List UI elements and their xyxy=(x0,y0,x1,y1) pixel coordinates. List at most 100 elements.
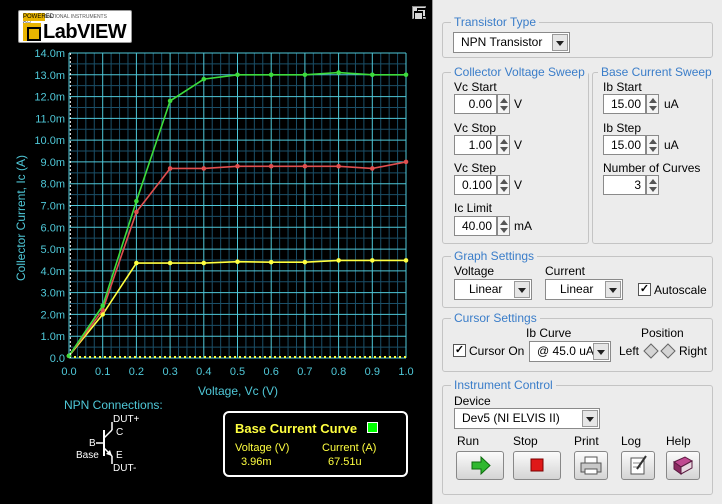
print-button[interactable] xyxy=(574,451,608,480)
bcc-current-label: Current (A) xyxy=(322,442,377,454)
restore-window-icon[interactable] xyxy=(412,6,426,20)
y-tick-label: 9.0m xyxy=(41,157,65,169)
npn-dut-minus: DUT- xyxy=(113,463,136,474)
y-tick-label: 0.0 xyxy=(50,353,65,365)
current-scale-select[interactable]: Linear xyxy=(545,279,623,300)
cursor-on-checkbox[interactable]: ✓ xyxy=(453,344,466,357)
ib-step-label: Ib Step xyxy=(603,121,642,135)
log-label: Log xyxy=(621,434,642,448)
voltage-scale-select[interactable]: Linear xyxy=(454,279,532,300)
data-point xyxy=(403,258,409,263)
data-point xyxy=(302,163,308,169)
y-axis-label: Collector Current, Ic (A) xyxy=(14,155,28,281)
data-point xyxy=(235,163,240,169)
y-tick-label: 1.0m xyxy=(41,331,65,343)
ni-logo-mark: POWERED BY xyxy=(23,13,55,28)
ic-limit-spinner[interactable] xyxy=(497,216,510,236)
ib-start-unit: uA xyxy=(664,97,679,111)
current-scale-value: Linear xyxy=(560,282,594,296)
ib-step-spinner[interactable] xyxy=(646,135,659,155)
vc-step-spinner[interactable] xyxy=(497,175,510,195)
x-tick-label: 0.2 xyxy=(129,366,144,378)
cursor-left-label: Left xyxy=(619,344,640,358)
vc-step-input[interactable]: 0.100 xyxy=(454,175,497,195)
chevron-down-icon[interactable] xyxy=(605,281,621,298)
ib-step-input[interactable]: 15.00 xyxy=(603,135,646,155)
ib-step-unit: uA xyxy=(664,138,679,152)
base-current-curve-readout: Base Current Curve Voltage (V) Current (… xyxy=(223,411,408,477)
vc-stop-unit: V xyxy=(514,138,523,152)
data-point xyxy=(201,166,207,171)
curves-spinner[interactable] xyxy=(646,175,659,195)
data-point xyxy=(235,259,240,265)
vc-step-label: Vc Step xyxy=(454,161,497,175)
data-point xyxy=(100,303,105,309)
ic-limit-unit: mA xyxy=(514,219,532,233)
x-tick-label: 0.7 xyxy=(297,366,312,378)
x-tick-label: 0.3 xyxy=(162,366,177,378)
controls-panel: Transistor Type NPN Transistor Collector… xyxy=(432,0,722,504)
chevron-down-icon[interactable] xyxy=(582,410,598,427)
graph-panel: POWERED BY NATIONAL INSTRUMENTS LabVIEW … xyxy=(0,0,432,504)
npn-connections-title: NPN Connections: xyxy=(64,398,163,412)
labview-badge-icon xyxy=(23,23,41,41)
x-tick-label: 0.9 xyxy=(365,366,380,378)
curves-input[interactable]: 3 xyxy=(603,175,646,195)
y-tick-label: 12.0m xyxy=(34,92,65,104)
autoscale-checkbox[interactable]: ✓ xyxy=(638,283,651,296)
data-point xyxy=(167,166,173,171)
cursor-settings-title: Cursor Settings xyxy=(451,311,540,325)
device-select[interactable]: Dev5 (NI ELVIS II) xyxy=(454,408,600,429)
chevron-down-icon[interactable] xyxy=(514,281,530,298)
ib-curve-label: Ib Curve xyxy=(526,326,572,340)
help-button[interactable] xyxy=(666,451,700,480)
run-button[interactable] xyxy=(456,451,504,480)
ni-logo-text: NATIONAL INSTRUMENTS xyxy=(45,14,107,20)
voltage-scale-value: Linear xyxy=(469,282,503,296)
npn-transistor-icon: DUT+ C B Base E DUT- xyxy=(76,414,140,474)
curves-label: Number of Curves xyxy=(603,161,701,175)
npn-e-label: E xyxy=(116,450,123,461)
npn-dut-plus: DUT+ xyxy=(113,414,140,425)
y-tick-label: 3.0m xyxy=(41,288,65,300)
transistor-type-title: Transistor Type xyxy=(451,15,540,29)
run-arrow-icon xyxy=(471,455,491,476)
bcc-voltage-value: 3.96m xyxy=(241,456,272,468)
y-tick-label: 14.0m xyxy=(34,48,65,60)
x-tick-label: 1.0 xyxy=(398,366,413,378)
vc-start-spinner[interactable] xyxy=(497,94,510,114)
voltage-scale-label: Voltage xyxy=(454,264,495,278)
npn-base-label: Base xyxy=(76,450,99,461)
transistor-type-select[interactable]: NPN Transistor xyxy=(453,32,570,53)
data-point xyxy=(268,163,274,169)
cursor-right-label: Right xyxy=(679,344,708,358)
vc-stop-spinner[interactable] xyxy=(497,135,510,155)
x-tick-label: 0.8 xyxy=(331,366,346,378)
data-point xyxy=(370,258,375,263)
ic-limit-input[interactable]: 40.00 xyxy=(454,216,497,236)
y-tick-label: 7.0m xyxy=(41,201,65,213)
data-point xyxy=(336,258,341,263)
device-label: Device xyxy=(454,394,491,408)
log-button[interactable] xyxy=(621,451,655,480)
data-point xyxy=(201,260,207,266)
data-point xyxy=(268,259,274,265)
ib-start-input[interactable]: 15.00 xyxy=(603,94,646,114)
chevron-down-icon[interactable] xyxy=(552,34,568,51)
data-point xyxy=(235,72,240,78)
data-point xyxy=(336,163,341,169)
x-tick-label: 0.1 xyxy=(95,366,110,378)
ib-start-label: Ib Start xyxy=(603,80,642,94)
ib-start-spinner[interactable] xyxy=(646,94,659,114)
chevron-down-icon[interactable] xyxy=(593,343,609,360)
ib-curve-select[interactable]: @ 45.0 uA xyxy=(529,341,611,362)
stop-label: Stop xyxy=(513,434,538,448)
y-tick-label: 11.0m xyxy=(35,113,65,125)
vc-stop-input[interactable]: 1.00 xyxy=(454,135,497,155)
data-point xyxy=(302,259,308,265)
bcc-voltage-label: Voltage (V) xyxy=(235,442,290,454)
vc-start-unit: V xyxy=(514,97,523,111)
vc-start-input[interactable]: 0.00 xyxy=(454,94,497,114)
cursor-position-diamonds-icon[interactable] xyxy=(643,343,677,359)
stop-button[interactable] xyxy=(513,451,561,480)
